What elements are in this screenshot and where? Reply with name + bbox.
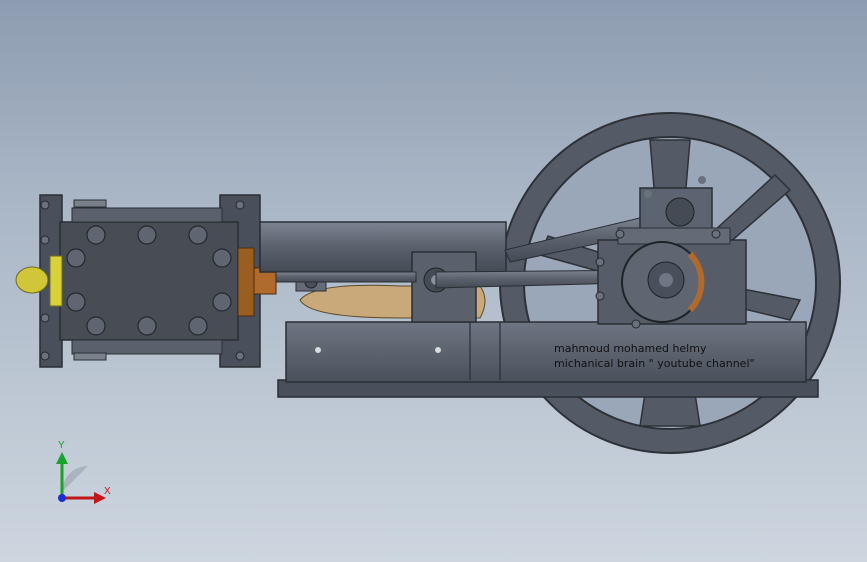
y-axis-arrowhead [56, 452, 68, 464]
cylinder[interactable] [15, 194, 277, 368]
crank-bearing[interactable] [595, 227, 747, 329]
cad-viewport[interactable]: mahmoud mohamed helmy michanical brain "… [0, 0, 867, 562]
z-axis-marker [58, 494, 66, 502]
steam-engine-model[interactable] [0, 0, 867, 562]
axis-triad [56, 452, 106, 504]
engraving-line-2: michanical brain " youtube channel" [554, 357, 755, 370]
engraving-line-1: mahmoud mohamed helmy [554, 342, 707, 355]
x-axis-label: X [104, 486, 111, 497]
y-axis-label: Y [58, 440, 65, 451]
piston-rod[interactable] [275, 271, 417, 283]
